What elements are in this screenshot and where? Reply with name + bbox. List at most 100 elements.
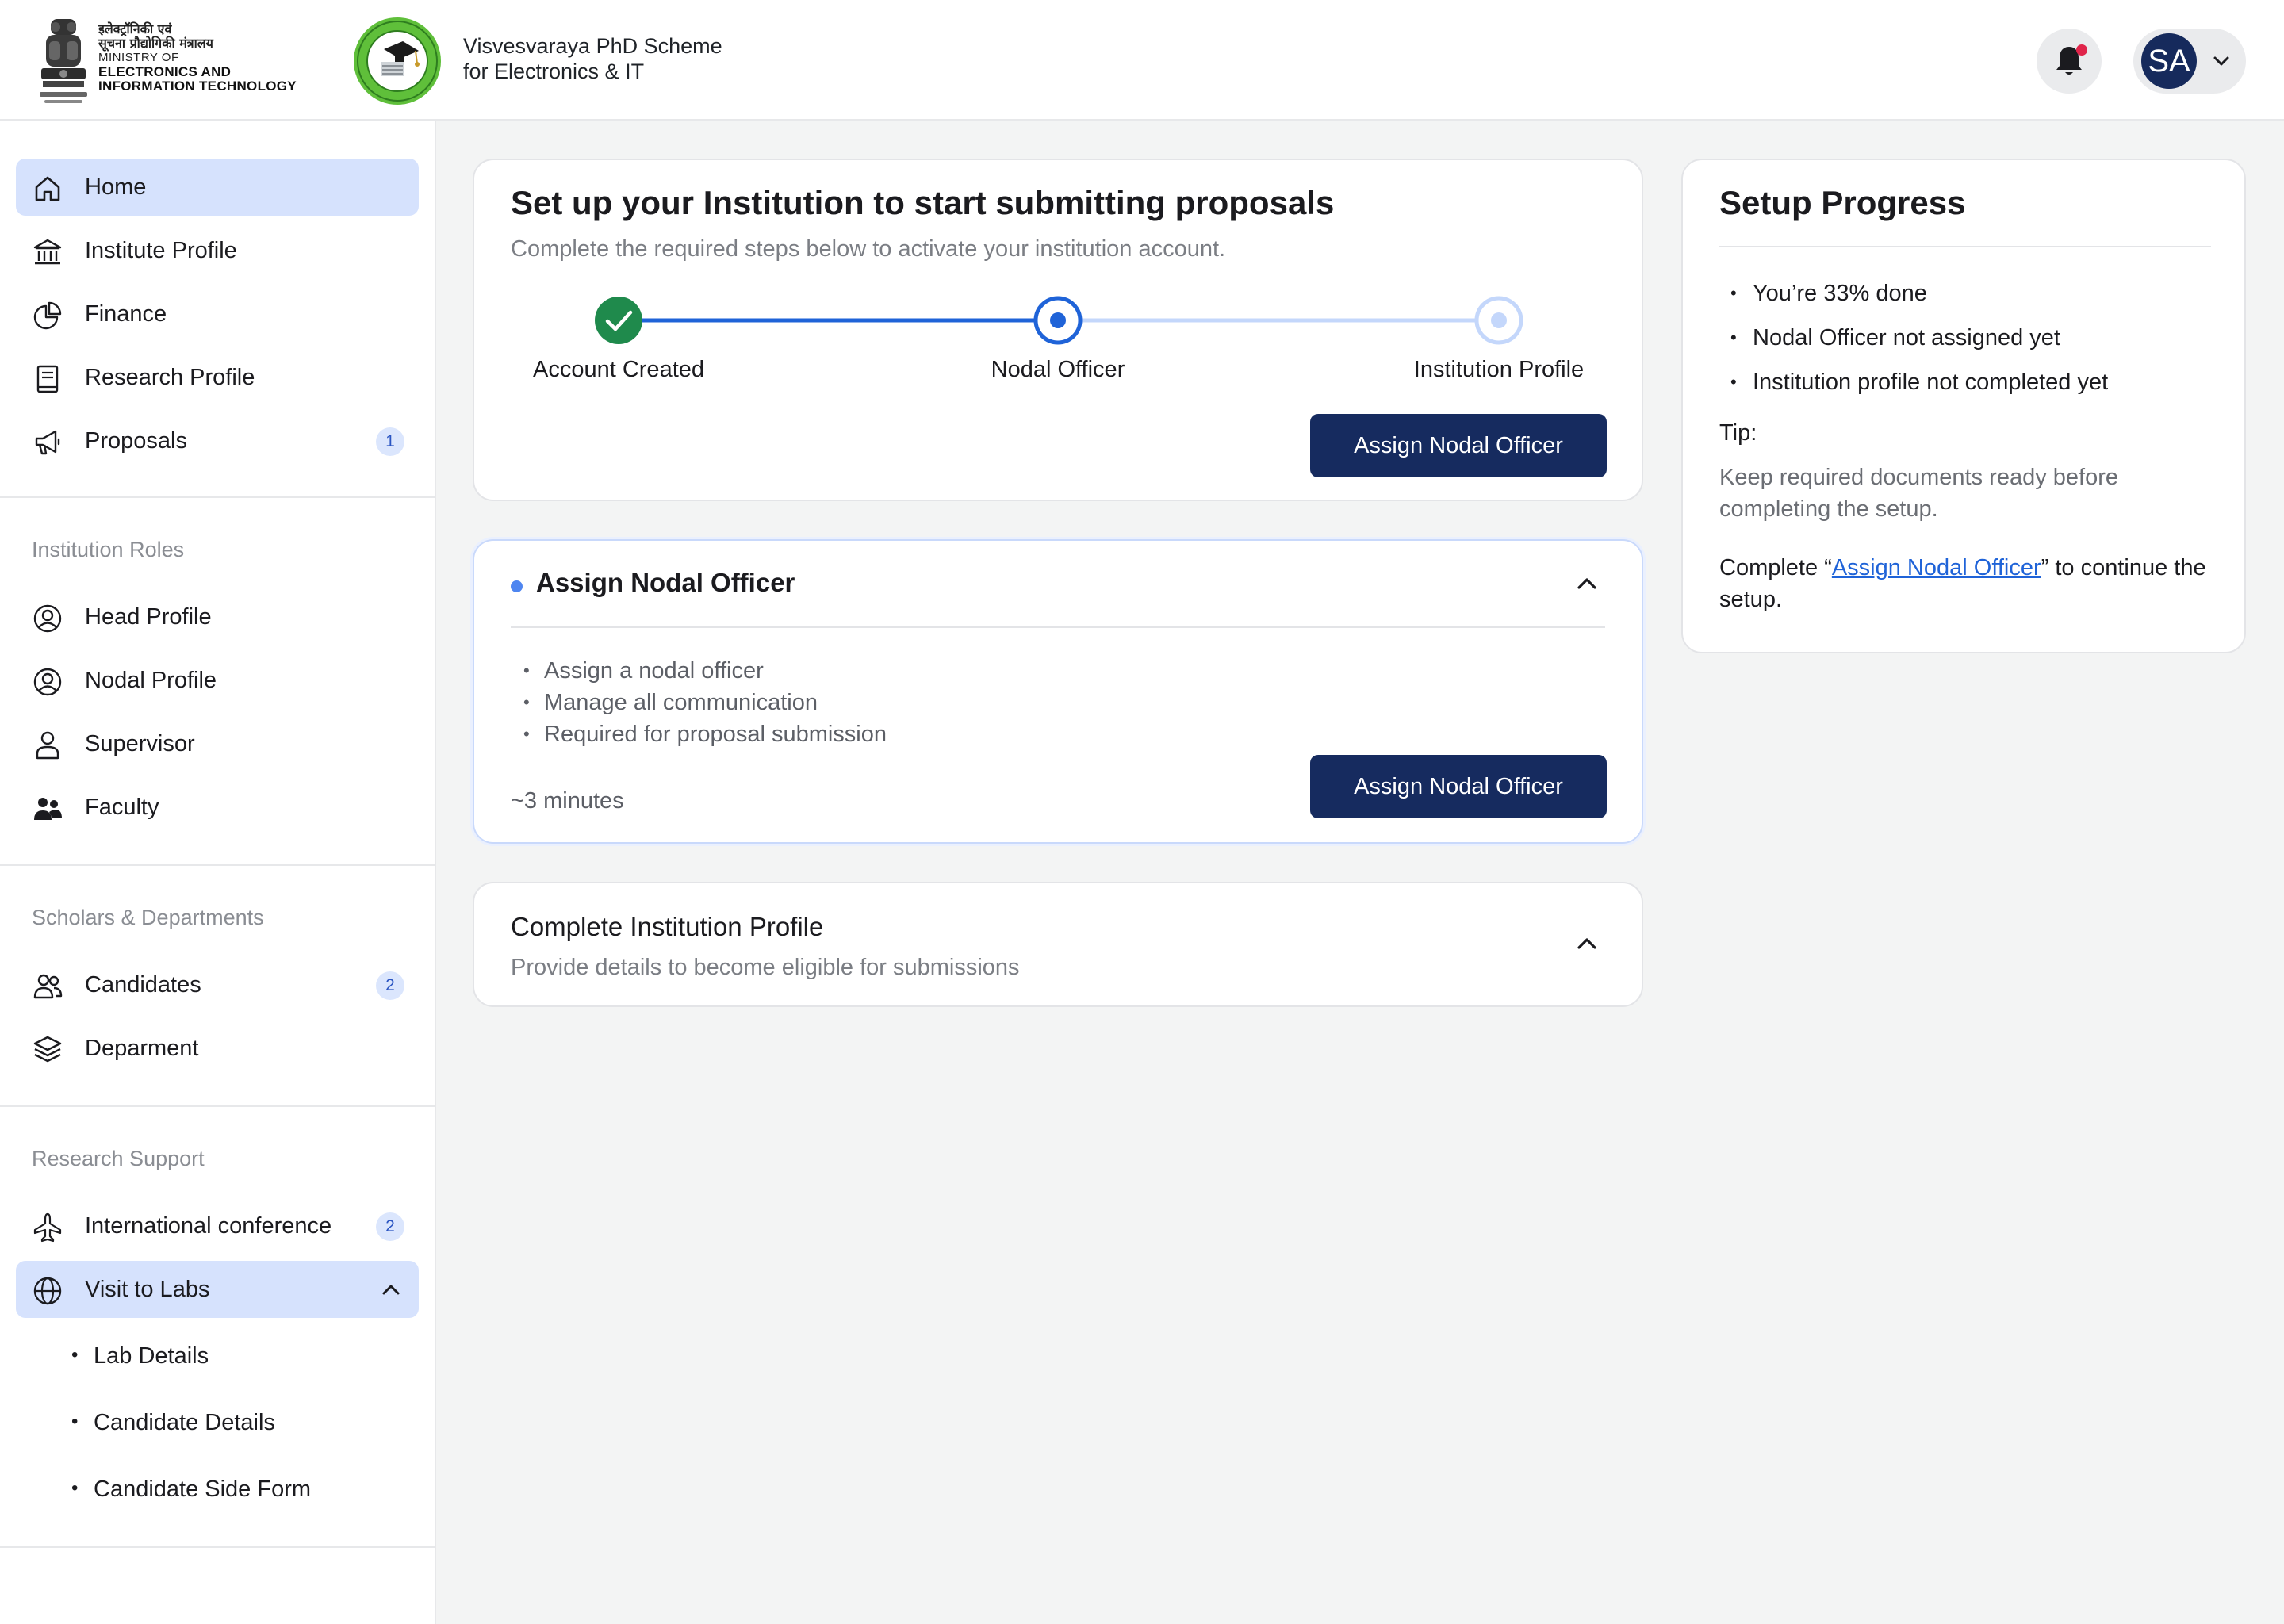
megaphone-icon [35, 430, 60, 455]
count-badge: 1 [376, 427, 404, 456]
setup-progress-panel: Setup Progress You’re 33% done Nodal Off… [1681, 159, 2246, 653]
step-label-institution-profile: Institution Profile [1413, 357, 1585, 382]
sidebar-item-label: Finance [85, 301, 167, 327]
national-emblem-icon [40, 19, 87, 103]
ministry-logo[interactable]: इलेक्ट्रॉनिकी एवं सूचना प्रौद्योगिकी मंत… [35, 14, 312, 108]
sidebar-divider [0, 864, 435, 866]
progress-status-list: You’re 33% done Nodal Officer not assign… [1730, 271, 2108, 404]
section-title-institution-roles: Institution Roles [32, 538, 185, 561]
sidebar-item-finance[interactable]: Finance [16, 285, 419, 343]
ministry-hindi-line2: सूचना प्रौद्योगिकी मंत्रालय [98, 36, 213, 51]
ministry-line1: MINISTRY OF [98, 51, 179, 64]
globe-icon [33, 1277, 62, 1305]
step-nodal-officer-marker [1033, 296, 1083, 345]
scheme-logo-icon[interactable] [352, 16, 443, 106]
sidebar-item-label: Deparment [85, 1036, 199, 1061]
sidebar-item-label: International conference [85, 1213, 332, 1239]
profile-card-subtitle: Provide details to become eligible for s… [511, 955, 1020, 980]
step-account-created-marker [595, 297, 642, 344]
next-action-prefix: Complete “ [1719, 555, 1832, 580]
user-circle-icon [33, 604, 62, 633]
notification-dot [2076, 44, 2087, 56]
ministry-line3: INFORMATION TECHNOLOGY [98, 79, 297, 94]
submenu-item-lab-details[interactable]: Lab Details [71, 1343, 209, 1369]
sidebar-item-proposals[interactable]: Proposals 1 [16, 412, 419, 469]
sidebar-item-candidates[interactable]: Candidates 2 [16, 956, 419, 1013]
profile-card-title: Complete Institution Profile [511, 912, 824, 941]
sidebar-divider [0, 1105, 435, 1107]
progress-divider [1719, 246, 2211, 247]
sidebar-item-research-profile[interactable]: Research Profile [16, 349, 419, 406]
ministry-line2: ELECTRONICS AND [98, 64, 232, 79]
scheme-title-line1: Visvesvaraya PhD Scheme [463, 34, 722, 58]
count-badge: 2 [376, 971, 404, 1000]
sidebar-item-label: Supervisor [85, 731, 195, 756]
list-item: Manage all communication [523, 687, 887, 718]
tip-label: Tip: [1719, 420, 1757, 446]
collapse-chevron-up-icon[interactable] [1575, 576, 1599, 592]
layers-icon [33, 1036, 62, 1063]
sidebar-item-label: Candidates [85, 972, 201, 998]
collapse-chevron-up-icon[interactable] [1575, 936, 1599, 952]
progress-item: You’re 33% done [1730, 271, 2108, 316]
sidebar-divider [0, 1546, 435, 1548]
complete-profile-card[interactable]: Complete Institution Profile Provide det… [473, 882, 1643, 1007]
sidebar-item-label: Faculty [85, 795, 159, 820]
progress-title: Setup Progress [1719, 184, 1966, 221]
sidebar-divider [0, 496, 435, 498]
user-menu-button[interactable]: SA [2133, 29, 2246, 94]
step-label-account-created: Account Created [532, 357, 705, 382]
sidebar-item-international-conference[interactable]: International conference 2 [16, 1197, 419, 1254]
sidebar-item-label: Research Profile [85, 365, 255, 390]
assign-nodal-officer-card-button[interactable]: Assign Nodal Officer [1310, 755, 1607, 818]
sidebar-item-institute-profile[interactable]: Institute Profile [16, 222, 419, 279]
sidebar: Home Institute Profile Finance Research … [0, 121, 436, 1624]
scheme-title: Visvesvaraya PhD Scheme for Electronics … [463, 33, 722, 84]
tip-text: Keep required documents ready before com… [1719, 465, 2118, 522]
notifications-button[interactable] [2037, 29, 2102, 94]
next-action-text: Complete “Assign Nodal Officer” to conti… [1719, 552, 2211, 615]
sidebar-item-faculty[interactable]: Faculty [16, 779, 419, 836]
sidebar-item-label: Head Profile [85, 604, 212, 630]
sidebar-item-label: Nodal Profile [85, 668, 217, 693]
user-circle-icon [33, 668, 62, 696]
section-title-research-support: Research Support [32, 1147, 205, 1170]
sidebar-item-visit-to-labs[interactable]: Visit to Labs [16, 1261, 419, 1318]
assign-card-bullets: Assign a nodal officer Manage all commun… [523, 655, 887, 750]
users-icon [33, 974, 63, 999]
sidebar-item-label: Proposals [85, 428, 187, 454]
sidebar-item-label: Home [85, 174, 147, 200]
pie-chart-icon [33, 301, 62, 330]
list-item: Required for proposal submission [523, 718, 887, 750]
top-header: इलेक्ट्रॉनिकी एवं सूचना प्रौद्योगिकी मंत… [0, 0, 2284, 121]
progress-item: Institution profile not completed yet [1730, 360, 2108, 404]
chevron-up-icon [382, 1285, 400, 1295]
submenu-item-candidate-details[interactable]: Candidate Details [71, 1410, 275, 1436]
scheme-title-line2: for Electronics & IT [463, 59, 645, 83]
active-step-indicator [511, 580, 523, 592]
assign-nodal-officer-button[interactable]: Assign Nodal Officer [1310, 414, 1607, 477]
step-label-nodal-officer: Nodal Officer [991, 357, 1125, 382]
sidebar-item-label: Institute Profile [85, 238, 237, 263]
sidebar-item-head-profile[interactable]: Head Profile [16, 588, 419, 645]
notebook-icon [36, 365, 59, 393]
submenu-item-candidate-side-form[interactable]: Candidate Side Form [71, 1477, 311, 1503]
assign-nodal-officer-card: Assign Nodal Officer Assign a nodal offi… [473, 539, 1643, 844]
progress-item: Nodal Officer not assigned yet [1730, 316, 2108, 360]
home-icon [35, 176, 60, 201]
estimated-time: ~3 minutes [511, 788, 624, 814]
sidebar-item-supervisor[interactable]: Supervisor [16, 715, 419, 772]
person-icon [36, 731, 59, 760]
sidebar-item-home[interactable]: Home [16, 159, 419, 216]
card-divider [511, 626, 1605, 628]
sidebar-item-nodal-profile[interactable]: Nodal Profile [16, 652, 419, 709]
setup-card: Set up your Institution to start submitt… [473, 159, 1643, 501]
sidebar-item-label: Visit to Labs [85, 1277, 210, 1302]
step-institution-profile-marker [1474, 296, 1523, 345]
avatar: SA [2141, 33, 2197, 89]
ministry-hindi-line1: इलेक्ट्रॉनिकी एवं [98, 21, 172, 36]
assign-card-title: Assign Nodal Officer [536, 568, 795, 597]
chevron-down-icon [2213, 56, 2229, 66]
assign-nodal-officer-link[interactable]: Assign Nodal Officer [1832, 555, 2041, 580]
sidebar-item-department[interactable]: Deparment [16, 1020, 419, 1077]
